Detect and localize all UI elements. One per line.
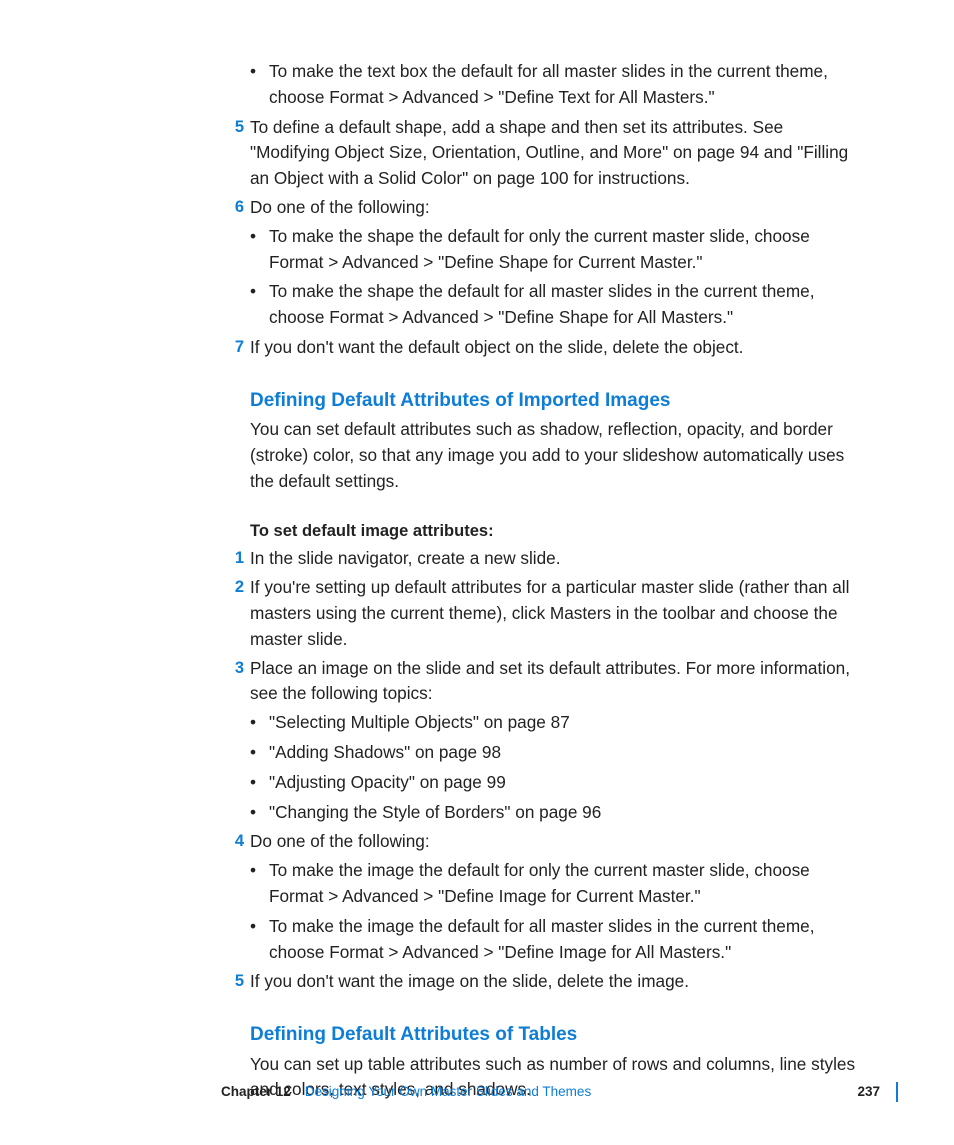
bullet-text: To make the text box the default for all… xyxy=(269,61,828,107)
chapter-title: Designing Your Own Master Slides and The… xyxy=(305,1082,591,1102)
bullet-list: To make the text box the default for all… xyxy=(250,59,864,111)
list-item: "Selecting Multiple Objects" on page 87 xyxy=(250,710,864,736)
list-item: "Adding Shadows" on page 98 xyxy=(250,740,864,766)
page-footer: Chapter 12 Designing Your Own Master Sli… xyxy=(221,1082,898,1102)
list-item: "Changing the Style of Borders" on page … xyxy=(250,800,864,826)
step-text: If you don't want the image on the slide… xyxy=(250,971,689,991)
bullet-text: To make the image the default for all ma… xyxy=(269,916,815,962)
bullet-text: To make the shape the default for all ma… xyxy=(269,281,815,327)
step-text: Place an image on the slide and set its … xyxy=(250,658,850,704)
bullet-text: To make the shape the default for only t… xyxy=(269,226,810,272)
numbered-list: 5 To define a default shape, add a shape… xyxy=(250,115,864,361)
list-item: To make the shape the default for only t… xyxy=(250,224,864,276)
step-text: Do one of the following: xyxy=(250,197,430,217)
list-item: 6 Do one of the following: To make the s… xyxy=(250,195,864,331)
step-text: If you're setting up default attributes … xyxy=(250,577,849,649)
page-number: 237 xyxy=(857,1082,880,1102)
bullet-text: To make the image the default for only t… xyxy=(269,860,810,906)
section-heading-tables: Defining Default Attributes of Tables xyxy=(250,1021,864,1050)
bullet-list: "Selecting Multiple Objects" on page 87 … xyxy=(250,710,864,825)
procedure-heading: To set default image attributes: xyxy=(250,519,864,544)
list-item: 2 If you're setting up default attribute… xyxy=(250,575,864,652)
document-page: To make the text box the default for all… xyxy=(0,0,954,1145)
list-item: To make the shape the default for all ma… xyxy=(250,279,864,331)
list-item: To make the text box the default for all… xyxy=(250,59,864,111)
list-item: 5 To define a default shape, add a shape… xyxy=(250,115,864,192)
bullet-list: To make the shape the default for only t… xyxy=(250,224,864,331)
list-item: 5 If you don't want the image on the sli… xyxy=(250,969,864,995)
bullet-text: "Changing the Style of Borders" on page … xyxy=(269,802,601,822)
bullet-text: "Selecting Multiple Objects" on page 87 xyxy=(269,712,570,732)
list-item: 7 If you don't want the default object o… xyxy=(250,335,864,361)
step-number: 1 xyxy=(226,546,244,571)
step-number: 5 xyxy=(226,969,244,994)
step-number: 7 xyxy=(226,335,244,360)
bullet-list: To make the image the default for only t… xyxy=(250,858,864,965)
step-number: 5 xyxy=(226,115,244,140)
section-intro: You can set default attributes such as s… xyxy=(250,417,864,494)
bullet-text: "Adding Shadows" on page 98 xyxy=(269,742,501,762)
step-number: 2 xyxy=(226,575,244,600)
step-text: Do one of the following: xyxy=(250,831,430,851)
step-text: In the slide navigator, create a new sli… xyxy=(250,548,561,568)
list-item: To make the image the default for only t… xyxy=(250,858,864,910)
step-number: 6 xyxy=(226,195,244,220)
chapter-label: Chapter 12 xyxy=(221,1082,291,1102)
bullet-text: "Adjusting Opacity" on page 99 xyxy=(269,772,506,792)
step-number: 4 xyxy=(226,829,244,854)
list-item: 3 Place an image on the slide and set it… xyxy=(250,656,864,826)
list-item: 1 In the slide navigator, create a new s… xyxy=(250,546,864,572)
section-heading-images: Defining Default Attributes of Imported … xyxy=(250,387,864,416)
list-item: To make the image the default for all ma… xyxy=(250,914,864,966)
list-item: "Adjusting Opacity" on page 99 xyxy=(250,770,864,796)
step-text: To define a default shape, add a shape a… xyxy=(250,117,848,189)
step-text: If you don't want the default object on … xyxy=(250,337,743,357)
list-item: 4 Do one of the following: To make the i… xyxy=(250,829,864,965)
step-number: 3 xyxy=(226,656,244,681)
numbered-list: 1 In the slide navigator, create a new s… xyxy=(250,546,864,995)
